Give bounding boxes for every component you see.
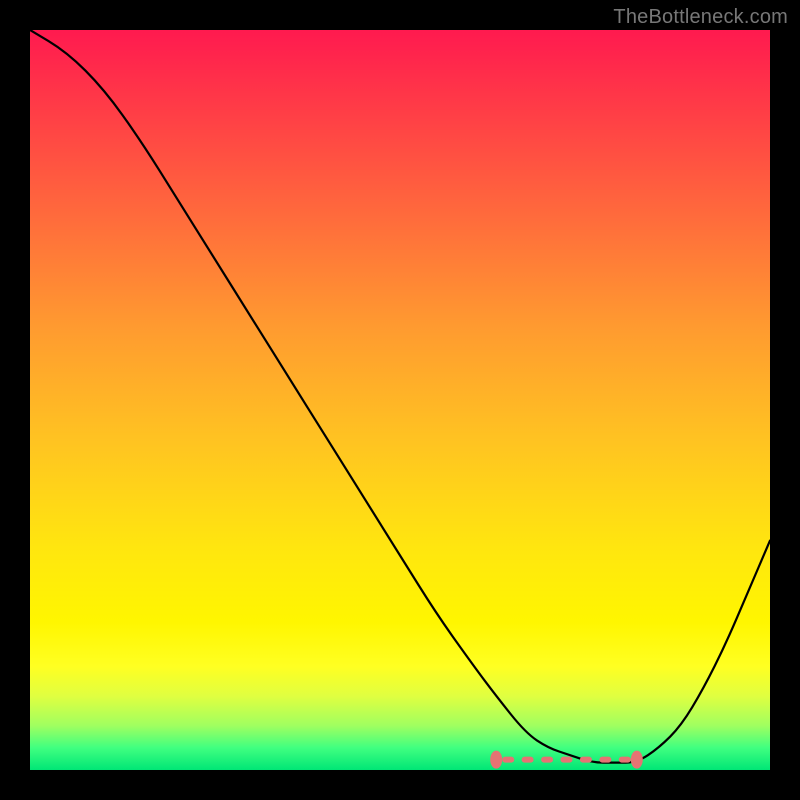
flat-zone-cap-left bbox=[490, 751, 502, 769]
flat-zone-dash bbox=[599, 757, 611, 763]
flat-zone-dash bbox=[522, 757, 534, 763]
flat-zone-dash bbox=[502, 757, 514, 763]
flat-zone-dash bbox=[561, 757, 573, 763]
flat-zone-dash bbox=[580, 757, 592, 763]
flat-zone-dash bbox=[541, 757, 553, 763]
plot-area bbox=[30, 30, 770, 770]
watermark-text: TheBottleneck.com bbox=[613, 6, 788, 29]
chart-frame: TheBottleneck.com bbox=[0, 0, 800, 800]
flat-zone-cap-right bbox=[631, 751, 643, 769]
bottleneck-curve-path bbox=[30, 30, 770, 763]
flat-zone-dash bbox=[619, 757, 631, 763]
curve-layer bbox=[30, 30, 770, 770]
